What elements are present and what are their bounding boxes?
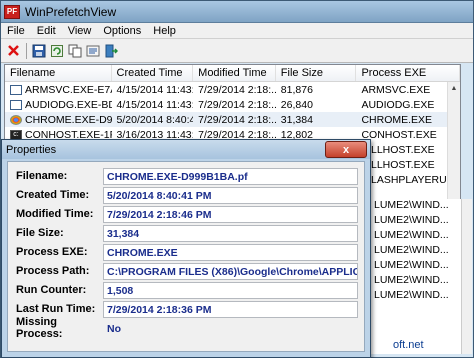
- list-item: LUME2\WIND...: [374, 229, 449, 241]
- prop-row-modified-time: Modified Time: 7/29/2014 2:18:46 PM: [8, 205, 358, 223]
- prop-row-process-exe: Process EXE: CHROME.EXE: [8, 243, 358, 261]
- created-time-field[interactable]: 5/20/2014 8:40:41 PM: [103, 186, 358, 204]
- prop-label: Missing Process:: [16, 316, 63, 340]
- list-item: LUME2\WIND...: [374, 214, 449, 226]
- prop-label: Last Run Time:: [16, 303, 96, 315]
- column-modified-time[interactable]: Modified Time: [193, 65, 276, 81]
- close-button[interactable]: x: [325, 141, 367, 158]
- menu-edit[interactable]: Edit: [31, 25, 62, 37]
- prop-label: Created Time:: [16, 189, 90, 201]
- exe-cell: AUDIODG.EXE: [361, 98, 435, 111]
- lower-pane-scrollbar[interactable]: [461, 199, 472, 354]
- table-row[interactable]: AUDIODG.EXE-BDFD3... 4/15/2014 11:43:...…: [5, 97, 460, 112]
- run-counter-field[interactable]: 1,508: [103, 281, 358, 299]
- prop-row-missing-process: Missing Process: No: [8, 316, 121, 340]
- filename-cell: AUDIODG.EXE-BDFD3...: [25, 98, 112, 111]
- list-item: LUME2\WIND...: [374, 199, 449, 211]
- scroll-up-icon[interactable]: ▲: [448, 82, 460, 95]
- properties-dialog: Properties x Filename: CHROME.EXE-D999B1…: [1, 139, 371, 358]
- exe-cell: ARMSVC.EXE: [361, 83, 431, 96]
- title-bar[interactable]: PF WinPrefetchView: [1, 1, 473, 23]
- refresh-icon[interactable]: [48, 42, 65, 59]
- created-cell: 4/15/2014 11:43:...: [116, 83, 194, 96]
- exit-icon[interactable]: [102, 42, 119, 59]
- list-item: LUME2\WIND...: [374, 289, 449, 301]
- prop-row-file-size: File Size: 31,384: [8, 224, 358, 242]
- prop-label: Process EXE:: [16, 246, 88, 258]
- list-item: LUME2\WIND...: [374, 259, 449, 271]
- modified-cell: 7/29/2014 2:18:...: [198, 113, 276, 126]
- window-title: WinPrefetchView: [25, 4, 117, 19]
- exe-cell: LASHPLAYERUPD...: [371, 173, 460, 186]
- prop-row-run-counter: Run Counter: 1,508: [8, 281, 358, 299]
- filename-cell: CHROME.EXE-D999B1...: [25, 113, 112, 126]
- close-icon: x: [342, 143, 350, 156]
- table-row[interactable]: ARMSVC.EXE-E7A9D6... 4/15/2014 11:43:...…: [5, 82, 460, 97]
- column-filename[interactable]: Filename: [5, 65, 112, 81]
- exe-cell: CHROME.EXE: [361, 113, 433, 126]
- menu-file[interactable]: File: [1, 25, 31, 37]
- prop-label: Modified Time:: [16, 208, 94, 220]
- modified-cell: 7/29/2014 2:18:...: [198, 83, 276, 96]
- size-cell: 81,876: [280, 83, 313, 96]
- list-header: Filename Created Time Modified Time File…: [5, 65, 460, 82]
- chrome-icon: [10, 114, 22, 125]
- missing-process-field[interactable]: No: [103, 320, 358, 337]
- menu-bar: File Edit View Options Help: [1, 23, 473, 39]
- toolbar: [1, 39, 473, 63]
- process-exe-field[interactable]: CHROME.EXE: [103, 243, 358, 261]
- status-link[interactable]: oft.net: [393, 339, 424, 351]
- table-row[interactable]: CHROME.EXE-D999B1... 5/20/2014 8:40:4...…: [5, 112, 460, 127]
- lower-pane[interactable]: LUME2\WIND... LUME2\WIND... LUME2\WIND..…: [371, 199, 461, 354]
- toolbar-separator: [26, 42, 27, 59]
- size-cell: 31,384: [280, 113, 313, 126]
- prop-label: File Size:: [16, 227, 64, 239]
- created-cell: 4/15/2014 11:43:...: [116, 98, 194, 111]
- prop-row-filename: Filename: CHROME.EXE-D999B1BA.pf: [8, 167, 358, 185]
- delete-icon[interactable]: [5, 42, 22, 59]
- exe-cell: LLHOST.EXE: [371, 158, 435, 171]
- modified-cell: 7/29/2014 2:18:...: [198, 98, 276, 111]
- column-created-time[interactable]: Created Time: [112, 65, 194, 81]
- prop-row-created-time: Created Time: 5/20/2014 8:40:41 PM: [8, 186, 358, 204]
- prop-label: Process Path:: [16, 265, 90, 277]
- file-icon: [10, 99, 22, 110]
- last-run-time-field[interactable]: 7/29/2014 2:18:36 PM: [103, 300, 358, 318]
- column-file-size[interactable]: File Size: [276, 65, 357, 81]
- size-cell: 26,840: [280, 98, 313, 111]
- dialog-title-bar[interactable]: Properties x: [2, 140, 370, 159]
- file-size-field[interactable]: 31,384: [103, 224, 358, 242]
- exe-cell: CONHOST.EXE: [361, 128, 437, 141]
- dialog-title: Properties: [6, 143, 57, 156]
- app-icon: PF: [4, 4, 20, 19]
- modified-time-field[interactable]: 7/29/2014 2:18:46 PM: [103, 205, 358, 223]
- save-icon[interactable]: [30, 42, 47, 59]
- console-icon: c:: [10, 129, 22, 140]
- menu-options[interactable]: Options: [97, 25, 147, 37]
- column-process-exe[interactable]: Process EXE: [356, 65, 460, 81]
- menu-help[interactable]: Help: [147, 25, 182, 37]
- process-path-field[interactable]: C:\PROGRAM FILES (X86)\Google\Chrome\APP…: [103, 262, 358, 280]
- list-item: LUME2\WIND...: [374, 274, 449, 286]
- properties-icon[interactable]: [84, 42, 101, 59]
- filename-field[interactable]: CHROME.EXE-D999B1BA.pf: [103, 167, 358, 185]
- filename-cell: ARMSVC.EXE-E7A9D6...: [25, 83, 112, 96]
- menu-view[interactable]: View: [62, 25, 98, 37]
- copy-icon[interactable]: [66, 42, 83, 59]
- dialog-body: Filename: CHROME.EXE-D999B1BA.pf Created…: [7, 161, 365, 352]
- prop-label: Run Counter:: [16, 284, 87, 296]
- list-item: LUME2\WIND...: [374, 244, 449, 256]
- created-cell: 5/20/2014 8:40:4...: [116, 113, 194, 126]
- prop-row-process-path: Process Path: C:\PROGRAM FILES (X86)\Goo…: [8, 262, 358, 280]
- prop-label: Filename:: [16, 170, 68, 182]
- exe-cell: LLHOST.EXE: [371, 143, 435, 156]
- file-icon: [10, 84, 22, 95]
